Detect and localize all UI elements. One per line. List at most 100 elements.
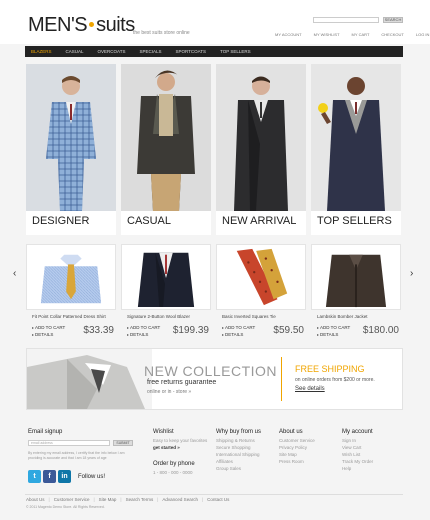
category-label: TOP SELLERS <box>317 215 392 227</box>
bottom-link-customer-service[interactable]: Customer Service <box>54 497 90 502</box>
new-collection-subtitle: free returns guarantee <box>147 379 217 386</box>
wishlist-title: Wishlist <box>153 429 174 435</box>
top-link-my-wishlist[interactable]: MY WISHLIST <box>314 32 340 37</box>
category-label: NEW ARRIVAL <box>222 215 297 227</box>
wool-blazer-image[interactable] <box>121 244 211 310</box>
product-price: $33.39 <box>83 325 114 336</box>
category-banner-casual[interactable]: CASUAL <box>121 64 211 235</box>
bottom-link-search-terms[interactable]: Search Terms <box>126 497 154 502</box>
separator: | <box>157 497 159 502</box>
details-button[interactable]: DETAILS <box>32 332 53 337</box>
footer-link-view-cart[interactable]: View Cart <box>342 445 361 450</box>
logo[interactable]: MEN'S suits <box>28 14 135 37</box>
top-link-my-cart[interactable]: MY CART <box>352 32 370 37</box>
email-signup-input[interactable]: email address <box>28 440 110 446</box>
order-phone-number: 1 - 800 - 000 - 0000 <box>153 470 193 475</box>
nav-item-top-sellers[interactable]: TOP SELLERS <box>220 49 251 54</box>
product-actions: ADD TO CART DETAILS <box>222 324 255 338</box>
product-name[interactable]: Signature 2-Button Wool Blazer <box>127 314 190 319</box>
separator: | <box>48 497 50 502</box>
wishlist-get-started-link[interactable]: get started » <box>153 445 180 450</box>
details-button[interactable]: DETAILS <box>127 332 148 337</box>
nav-item-sportcoats[interactable]: SPORTCOATS <box>175 49 206 54</box>
footer-link-secure-shopping[interactable]: Secure Shopping <box>216 445 251 450</box>
footer-link-track-my-order[interactable]: Track My Order <box>342 459 373 464</box>
top-sellers-photo <box>311 64 401 211</box>
footer-link-help[interactable]: Help <box>342 466 351 471</box>
details-button[interactable]: DETAILS <box>317 332 338 337</box>
carousel-next-arrow-icon[interactable]: › <box>410 268 413 279</box>
product-price: $59.50 <box>273 325 304 336</box>
free-shipping-subtitle: on online orders from $200 or more. <box>295 377 375 383</box>
bottom-link-advanced-search[interactable]: Advanced Search <box>162 497 198 502</box>
why-buy-title: Why buy from us <box>216 429 262 435</box>
product-card-wool-blazer: Signature 2-Button Wool Blazer ADD TO CA… <box>121 244 211 344</box>
top-link-my-account[interactable]: MY ACCOUNT <box>275 32 302 37</box>
add-to-cart-button[interactable]: ADD TO CART <box>32 325 65 330</box>
footer-link-press-room[interactable]: Press Room <box>279 459 304 464</box>
main-nav: BLAZERS CASUAL OVERCOATS SPECIALS SPORTC… <box>25 46 403 57</box>
category-label: DESIGNER <box>32 215 90 227</box>
product-card-bomber-jacket: Lambskin Bomber Jacket ADD TO CART DETAI… <box>311 244 401 344</box>
top-links: MY ACCOUNT MY WISHLIST MY CART CHECKOUT … <box>275 32 429 37</box>
top-link-checkout[interactable]: CHECKOUT <box>381 32 403 37</box>
product-actions: ADD TO CART DETAILS <box>127 324 160 338</box>
nav-item-blazers[interactable]: BLAZERS <box>31 49 52 54</box>
bottom-link-site-map[interactable]: Site Map <box>99 497 117 502</box>
footer-link-group-sales[interactable]: Group Sales <box>216 466 241 471</box>
carousel-prev-arrow-icon[interactable]: ‹ <box>13 268 16 279</box>
top-link-log-in[interactable]: LOG IN <box>416 32 430 37</box>
product-actions: ADD TO CART DETAILS <box>317 324 350 338</box>
product-actions: ADD TO CART DETAILS <box>32 324 65 338</box>
email-signup-submit-button[interactable]: SUBMIT <box>113 440 133 446</box>
twitter-icon[interactable]: t <box>28 470 41 483</box>
product-name[interactable]: Fit Point Collar Patterned Dress Shirt <box>32 314 106 319</box>
product-name[interactable]: Basic Inverted Squares Tie <box>222 314 276 319</box>
nav-item-casual[interactable]: CASUAL <box>66 49 84 54</box>
new-collection-link[interactable]: online or in - store » <box>147 389 191 395</box>
header: MEN'S suits the best suits store online S… <box>0 0 430 44</box>
promo-banner[interactable]: NEW COLLECTION free returns guarantee on… <box>26 348 403 410</box>
dress-shirt-image[interactable] <box>26 244 116 310</box>
add-to-cart-button[interactable]: ADD TO CART <box>127 325 160 330</box>
category-banner-top-sellers[interactable]: TOP SELLERS <box>311 64 401 235</box>
add-to-cart-button[interactable]: ADD TO CART <box>222 325 255 330</box>
search-button[interactable]: SEARCH <box>383 17 403 23</box>
nav-item-overcoats[interactable]: OVERCOATS <box>98 49 126 54</box>
footer-link-shipping-returns[interactable]: Shipping & Returns <box>216 438 255 443</box>
product-price: $199.39 <box>172 325 209 336</box>
tie-image[interactable] <box>216 244 306 310</box>
separator: | <box>120 497 122 502</box>
bottom-link-about-us[interactable]: About Us <box>26 497 45 502</box>
footer-link-privacy-policy[interactable]: Privacy Policy <box>279 445 307 450</box>
product-card-tie: Basic Inverted Squares Tie ADD TO CART D… <box>216 244 306 344</box>
facebook-icon[interactable]: f <box>43 470 56 483</box>
footer-link-sign-in[interactable]: Sign In <box>342 438 356 443</box>
footer-link-affiliates[interactable]: Affiliates <box>216 459 233 464</box>
add-to-cart-button[interactable]: ADD TO CART <box>317 325 350 330</box>
category-label: CASUAL <box>127 215 172 227</box>
bottom-link-contact-us[interactable]: Contact Us <box>207 497 229 502</box>
linkedin-icon[interactable]: in <box>58 470 71 483</box>
about-us-title: About us <box>279 429 303 435</box>
category-banner-new-arrival[interactable]: NEW ARRIVAL <box>216 64 306 235</box>
search-input[interactable] <box>313 17 379 23</box>
product-price: $180.00 <box>362 325 399 336</box>
category-banner-designer[interactable]: DESIGNER <box>26 64 116 235</box>
wishlist-text: Easy to keep your favorites <box>153 438 208 443</box>
footer-link-site-map[interactable]: Site Map <box>279 452 297 457</box>
logo-sub: suits <box>96 14 135 36</box>
footer-divider <box>25 494 403 495</box>
footer-link-customer-service[interactable]: Customer Service <box>279 438 315 443</box>
footer-link-international-shipping[interactable]: International Shipping <box>216 452 260 457</box>
bomber-jacket-image[interactable] <box>311 244 401 310</box>
logo-main: MEN'S <box>28 14 88 36</box>
see-details-link[interactable]: See details <box>295 386 325 392</box>
footer-link-wish-list[interactable]: Wish List <box>342 452 360 457</box>
new-collection-photo <box>27 349 152 409</box>
product-name[interactable]: Lambskin Bomber Jacket <box>317 314 368 319</box>
promo-divider <box>281 357 282 401</box>
details-button[interactable]: DETAILS <box>222 332 243 337</box>
nav-item-specials[interactable]: SPECIALS <box>139 49 161 54</box>
logo-dot <box>89 22 95 27</box>
